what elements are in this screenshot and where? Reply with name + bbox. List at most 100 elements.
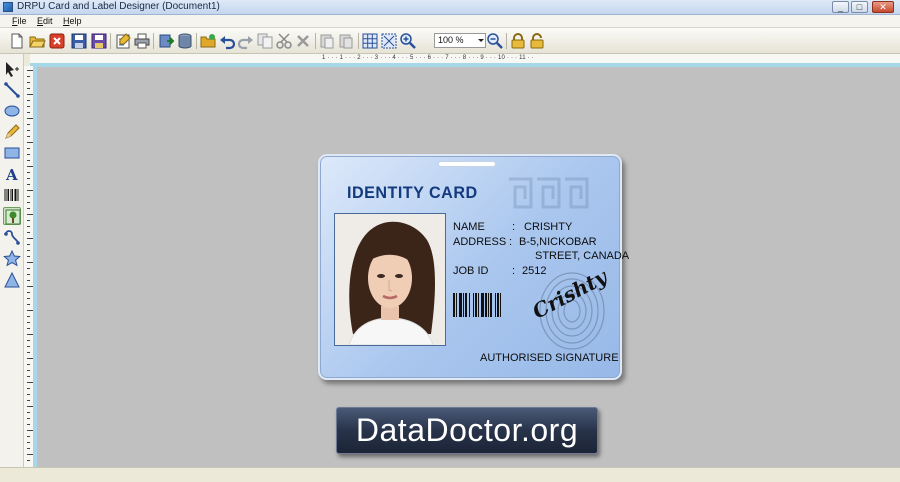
- copy-icon[interactable]: [256, 32, 274, 50]
- ruler-tick: [27, 250, 30, 251]
- ruler-tick: [27, 388, 30, 389]
- ruler-tick: [27, 214, 33, 215]
- toolbar-separator: [196, 33, 197, 49]
- barcode-bar: [475, 293, 477, 317]
- export-icon[interactable]: [157, 32, 175, 50]
- triangle-tool-icon[interactable]: [3, 271, 21, 289]
- employee-photo[interactable]: [334, 213, 446, 346]
- ruler-tick: [27, 82, 30, 83]
- menu-help[interactable]: Help: [63, 16, 82, 26]
- zoom-out-icon[interactable]: [486, 32, 504, 50]
- open-icon[interactable]: [28, 32, 46, 50]
- name-label[interactable]: NAME: [453, 221, 485, 233]
- address-label[interactable]: ADDRESS: [453, 236, 506, 248]
- barcode-bar: [490, 293, 492, 317]
- curve-tool-icon[interactable]: [3, 229, 21, 247]
- ruler-tick: [27, 124, 30, 125]
- ruler-tick: [27, 208, 30, 209]
- undo-icon[interactable]: [218, 32, 236, 50]
- barcode-bar: [488, 293, 489, 317]
- ruler-tick: [27, 94, 33, 95]
- card-title[interactable]: IDENTITY CARD: [347, 183, 478, 203]
- id-card[interactable]: IDENTITY CARD NAME : CRISHTY ADDRESS: B…: [318, 154, 629, 380]
- chevron-down-icon[interactable]: [478, 39, 484, 42]
- ruler-tick: [27, 166, 33, 167]
- ellipse-tool-icon[interactable]: [3, 102, 21, 120]
- app-icon: [3, 2, 13, 12]
- toolbar-separator: [315, 33, 316, 49]
- redo-icon[interactable]: [237, 32, 255, 50]
- new-icon[interactable]: [8, 32, 26, 50]
- barcode-bar: [459, 293, 462, 317]
- authorised-signature-label[interactable]: AUTHORISED SIGNATURE: [480, 352, 619, 364]
- barcode-bar: [463, 293, 464, 317]
- maximize-button[interactable]: □: [851, 1, 868, 13]
- text-tool-icon[interactable]: A: [3, 165, 21, 183]
- ruler-tick: [27, 292, 30, 293]
- ruler-tick: [27, 340, 30, 341]
- barcode-bar: [495, 293, 496, 317]
- snap-grid-icon[interactable]: [380, 32, 398, 50]
- ruler-tick: [27, 298, 30, 299]
- ruler-tick: [27, 88, 30, 89]
- zoom-in-icon[interactable]: [399, 32, 417, 50]
- ruler-tick: [27, 196, 30, 197]
- close-button[interactable]: ✕: [872, 1, 894, 13]
- grid-icon[interactable]: [361, 32, 379, 50]
- toolbar-separator: [110, 33, 111, 49]
- database-icon[interactable]: [176, 32, 194, 50]
- pencil-tool-icon[interactable]: [3, 123, 21, 141]
- barcode-tool-icon[interactable]: [3, 186, 21, 204]
- ruler-tick: [27, 106, 30, 107]
- delete-icon[interactable]: [294, 32, 312, 50]
- close-doc-icon[interactable]: [48, 32, 66, 50]
- menu-edit[interactable]: Edit: [37, 16, 53, 26]
- paste-icon[interactable]: [318, 32, 336, 50]
- ruler-tick: [27, 316, 30, 317]
- rectangle-tool-icon[interactable]: [3, 144, 21, 162]
- address-line1[interactable]: B-5,NICKOBAR: [519, 236, 597, 248]
- star-tool-icon[interactable]: [3, 250, 21, 268]
- select-arrow-icon[interactable]: [3, 60, 21, 78]
- print-icon[interactable]: [133, 32, 151, 50]
- ruler-tick: [27, 256, 30, 257]
- ruler-tick: [27, 412, 30, 413]
- line-tool-icon[interactable]: [3, 81, 21, 99]
- watermark-banner: DataDoctor.org: [336, 407, 598, 454]
- ruler-tick: [27, 406, 33, 407]
- ruler-tick: [27, 136, 30, 137]
- save-icon[interactable]: [70, 32, 88, 50]
- barcode-bar: [473, 293, 474, 317]
- properties-icon[interactable]: [114, 32, 132, 50]
- lock-icon[interactable]: [509, 32, 527, 50]
- paste-special-icon[interactable]: [337, 32, 355, 50]
- ruler-tick: [27, 322, 30, 323]
- ruler-tick: [27, 328, 30, 329]
- save-as-icon[interactable]: [90, 32, 108, 50]
- open-folder-icon[interactable]: [199, 32, 217, 50]
- barcode-bar: [481, 293, 484, 317]
- address-line2[interactable]: STREET, CANADA: [535, 250, 629, 262]
- minimize-button[interactable]: _: [832, 1, 849, 13]
- name-value[interactable]: CRISHTY: [524, 221, 572, 233]
- name-separator: :: [512, 221, 516, 233]
- ruler-tick: [27, 70, 33, 71]
- ruler-tick: [27, 436, 30, 437]
- company-logo-icon[interactable]: [507, 173, 589, 213]
- toolbar-separator: [506, 33, 507, 49]
- ruler-tick: [27, 370, 30, 371]
- barcode[interactable]: [452, 291, 524, 321]
- cut-icon[interactable]: [275, 32, 293, 50]
- ruler-tick: [27, 148, 30, 149]
- ruler-tick: [27, 220, 30, 221]
- menu-file[interactable]: File: [12, 16, 27, 26]
- ruler-tick: [27, 226, 30, 227]
- ruler-tick: [27, 376, 30, 377]
- unlock-icon[interactable]: [528, 32, 546, 50]
- jobid-label[interactable]: JOB ID: [453, 265, 488, 277]
- ruler-tick: [27, 310, 33, 311]
- barcode-bar: [469, 293, 470, 317]
- barcode-bar: [478, 293, 479, 317]
- image-tool-icon[interactable]: [3, 207, 21, 225]
- ruler-tick: [27, 154, 30, 155]
